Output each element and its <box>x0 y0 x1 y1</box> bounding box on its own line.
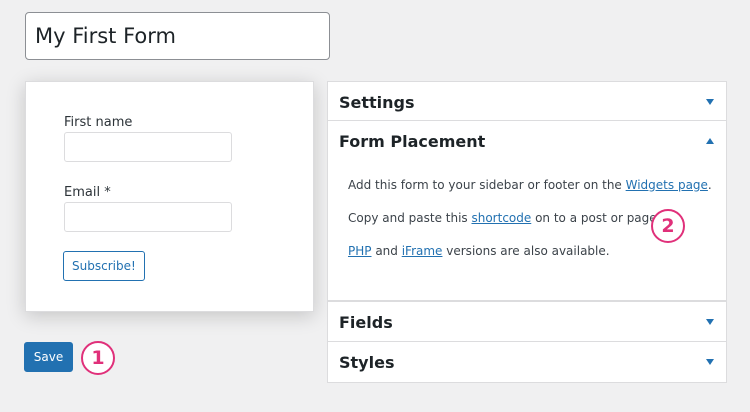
shortcode-link[interactable]: shortcode <box>471 211 531 225</box>
settings-panel: Settings <box>327 81 727 123</box>
fields-panel: Fields <box>327 301 727 343</box>
triangle-down-icon <box>706 319 714 325</box>
styles-panel: Styles <box>327 341 727 383</box>
step-badge-2: 2 <box>651 209 685 243</box>
triangle-down-icon <box>706 99 714 105</box>
fields-panel-header[interactable]: Fields <box>328 302 726 342</box>
fields-panel-title: Fields <box>339 312 393 332</box>
email-label: Email * <box>64 185 111 200</box>
placement-line-versions: PHP and iFrame versions are also availab… <box>348 244 610 258</box>
styles-panel-title: Styles <box>339 352 395 372</box>
first-name-field[interactable] <box>64 132 232 162</box>
step-badge-1: 1 <box>81 341 115 375</box>
php-link[interactable]: PHP <box>348 244 372 258</box>
form-preview: First name Email * Subscribe! <box>25 81 314 312</box>
form-placement-panel-header[interactable]: Form Placement <box>328 121 726 161</box>
triangle-down-icon <box>706 359 714 365</box>
first-name-label: First name <box>64 115 133 130</box>
styles-panel-header[interactable]: Styles <box>328 342 726 382</box>
settings-panel-header[interactable]: Settings <box>328 82 726 122</box>
triangle-up-icon <box>706 138 714 144</box>
settings-panel-title: Settings <box>339 92 415 112</box>
placement-line-widgets: Add this form to your sidebar or footer … <box>348 178 712 192</box>
email-field[interactable] <box>64 202 232 232</box>
iframe-link[interactable]: iFrame <box>402 244 443 258</box>
widgets-page-link[interactable]: Widgets page <box>626 178 708 192</box>
save-button[interactable]: Save <box>24 342 73 372</box>
form-placement-panel-title: Form Placement <box>339 131 486 151</box>
form-title-input[interactable]: My First Form <box>25 12 330 60</box>
subscribe-button[interactable]: Subscribe! <box>63 251 145 281</box>
